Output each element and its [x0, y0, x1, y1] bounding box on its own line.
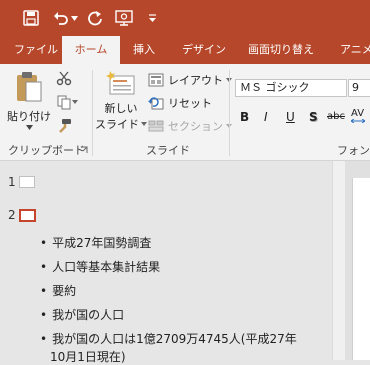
- font-size-input[interactable]: 9: [348, 79, 370, 97]
- section-button[interactable]: セクション: [148, 118, 232, 134]
- ribbon-home: 貼り付け クリップボード 新しい スライド レイアウト リセット セクション ス…: [0, 64, 370, 161]
- outline-panel: 1 2 • 平成27年国勢調査 • 人口等基本集計結果 • 要約 • 我が国の人口 • 我…: [0, 161, 332, 364]
- customize-qat-icon[interactable]: [146, 8, 158, 28]
- layout-button[interactable]: レイアウト: [148, 72, 232, 88]
- copy-icon: [57, 95, 71, 110]
- spacing-arrow-icon: [351, 119, 365, 123]
- outline-item[interactable]: • 我が国の人口: [40, 306, 124, 323]
- italic-button[interactable]: I: [264, 110, 268, 124]
- new-slide-dropdown-icon: [141, 122, 147, 126]
- strikethrough-button[interactable]: abc: [327, 111, 345, 122]
- bold-button[interactable]: B: [240, 110, 249, 124]
- ribbon-tabs: ファイル ホーム 挿入 デザイン 画面切り替え アニメー: [0, 36, 370, 64]
- format-painter-icon: [59, 119, 71, 133]
- outline-item-text: 要約: [52, 284, 77, 298]
- outline-item[interactable]: • 我が国の人口は1億2709万4745人(平成27年: [40, 330, 297, 347]
- save-icon[interactable]: [22, 8, 40, 28]
- title-bar: [0, 0, 370, 36]
- tab-animations[interactable]: アニメー: [330, 36, 370, 64]
- character-spacing-button[interactable]: AV: [351, 108, 365, 123]
- slide-thumbnail-selected[interactable]: [19, 209, 36, 222]
- paste-label: 貼り付け: [7, 110, 51, 123]
- font-name-input[interactable]: ＭＳ ゴシック: [235, 79, 347, 97]
- section-icon: [148, 120, 164, 132]
- reset-icon: [148, 97, 164, 110]
- outline-item-text: 平成27年国勢調査: [52, 236, 152, 250]
- paste-dropdown-icon: [25, 125, 33, 130]
- layout-label: レイアウト: [168, 74, 223, 87]
- outline-scrollbar[interactable]: [332, 161, 346, 360]
- new-slide-icon: [106, 71, 135, 95]
- new-slide-label-line1: 新しい: [104, 102, 138, 115]
- redo-icon[interactable]: [86, 8, 104, 28]
- cut-button[interactable]: [56, 70, 72, 86]
- copy-dropdown-icon: [72, 100, 78, 104]
- outline-item-text: 我が国の人口は1億2709万4745人(平成27年: [52, 332, 297, 346]
- new-slide-label-line2: スライド: [95, 118, 139, 131]
- tab-home[interactable]: ホーム: [62, 36, 120, 64]
- tab-design[interactable]: デザイン: [172, 36, 236, 64]
- reset-label: リセット: [168, 97, 212, 110]
- outline-item-continuation[interactable]: 10月1日現在): [50, 348, 126, 365]
- character-spacing-label: AV: [351, 108, 365, 119]
- new-slide-label-row: スライド: [95, 116, 147, 132]
- underline-button[interactable]: U: [286, 110, 295, 124]
- format-painter-button[interactable]: [56, 118, 72, 134]
- font-group-label: フォント: [337, 144, 370, 157]
- paste-button[interactable]: 貼り付け: [6, 70, 52, 136]
- tab-transitions[interactable]: 画面切り替え: [238, 36, 324, 64]
- outline-item-text: 人口等基本集計結果: [52, 260, 161, 274]
- outline-item-text: 10月1日現在): [50, 350, 126, 364]
- copy-button[interactable]: [56, 94, 80, 110]
- outline-item[interactable]: • 平成27年国勢調査: [40, 234, 151, 251]
- ribbon-separator: [92, 70, 93, 156]
- shadow-button[interactable]: S: [309, 110, 318, 124]
- new-slide-button[interactable]: 新しい スライド: [95, 70, 147, 136]
- undo-icon[interactable]: [52, 8, 70, 28]
- start-slideshow-icon[interactable]: [114, 8, 134, 28]
- slide-canvas[interactable]: [352, 178, 370, 360]
- slide-thumbnail[interactable]: [19, 176, 35, 188]
- clipboard-group-label: クリップボード: [8, 144, 85, 157]
- ribbon-separator: [229, 70, 230, 156]
- outline-item-text: 我が国の人口: [52, 308, 125, 322]
- slide-number: 2: [8, 208, 16, 222]
- slide-number: 1: [8, 175, 16, 189]
- scissors-icon: [56, 71, 72, 86]
- paste-icon: [17, 72, 42, 102]
- tab-file[interactable]: ファイル: [4, 36, 68, 64]
- clipboard-launcher-icon[interactable]: [80, 146, 88, 154]
- undo-dropdown-icon[interactable]: [70, 8, 78, 28]
- layout-icon: [148, 73, 164, 87]
- slides-group-label: スライド: [146, 144, 190, 157]
- section-label: セクション: [168, 120, 223, 133]
- reset-button[interactable]: リセット: [148, 95, 212, 111]
- outline-item[interactable]: • 人口等基本集計結果: [40, 258, 160, 275]
- tab-insert[interactable]: 挿入: [123, 36, 165, 64]
- outline-item[interactable]: • 要約: [40, 282, 76, 299]
